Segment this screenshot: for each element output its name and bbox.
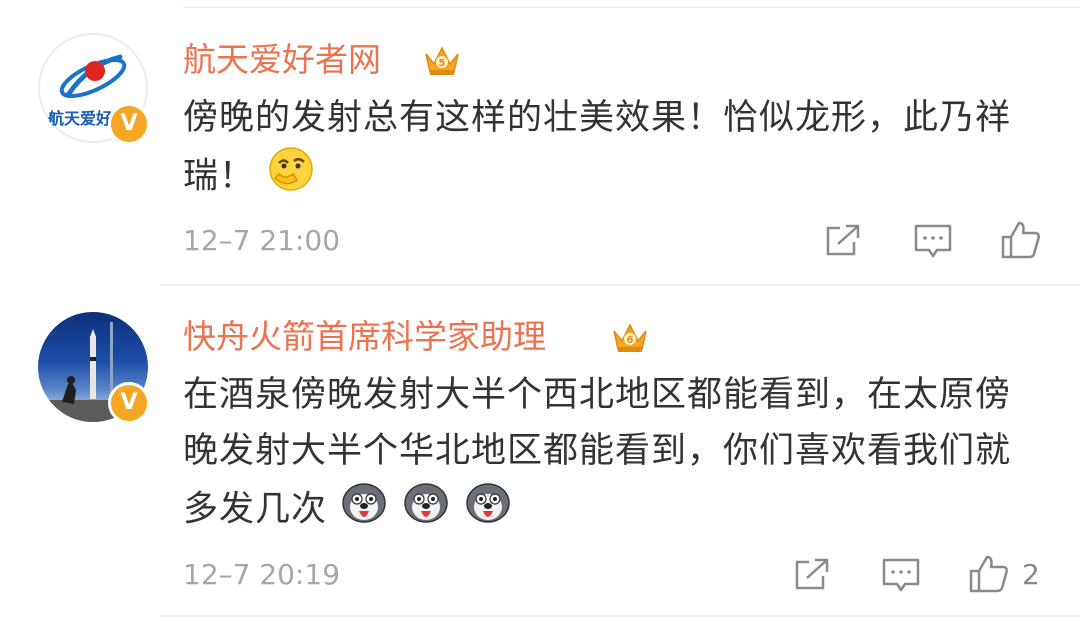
husky-dog-emoji — [339, 479, 389, 542]
repost-icon — [826, 224, 860, 256]
like-button[interactable]: 2 — [968, 554, 1040, 594]
thumbs-up-icon — [969, 555, 1008, 593]
timestamp: 12–7 21:00 — [183, 224, 341, 257]
username[interactable]: 快舟火箭首席科学家助理 — [183, 317, 546, 357]
comment-item: V 快舟火箭首席科学家助理 6 在酒泉傍晚发射大半个西北地区都能看到，在太原傍晚… — [0, 286, 1080, 616]
crown-icon: 6 — [611, 319, 649, 359]
husky-dog-emoji — [463, 479, 513, 542]
comment-icon — [914, 224, 952, 258]
verified-badge-icon: V — [108, 103, 150, 145]
thumbs-up-icon — [1001, 221, 1040, 259]
reply-button[interactable] — [913, 222, 953, 260]
repost-icon — [795, 558, 829, 590]
husky-dog-emoji — [401, 479, 451, 542]
verified-badge-icon: V — [108, 382, 150, 424]
comment-icon — [882, 558, 920, 592]
crown-level: 5 — [439, 58, 446, 69]
reply-button[interactable] — [881, 556, 921, 594]
bottom-divider — [160, 615, 1080, 617]
like-button[interactable] — [1000, 220, 1054, 260]
thinking-face-emoji — [267, 146, 315, 209]
avatar[interactable]: 航天爱好者 V — [38, 33, 150, 145]
crown-icon: 5 — [423, 42, 461, 82]
comment-item: 航天爱好者 V 航天爱好者网 5 傍晚的发射总有这样的壮美效果！恰似龙形，此乃祥… — [0, 0, 1080, 284]
comment-text: 傍晚的发射总有这样的壮美效果！恰似龙形，此乃祥瑞！ — [183, 90, 1033, 209]
avatar[interactable]: V — [38, 312, 150, 424]
repost-button[interactable] — [793, 556, 833, 592]
username[interactable]: 航天爱好者网 — [183, 40, 381, 80]
crown-level: 6 — [627, 335, 634, 346]
comment-text-content: 在酒泉傍晚发射大半个西北地区都能看到，在太原傍晚发射大半个华北地区都能看到，你们… — [183, 375, 1012, 530]
timestamp: 12–7 20:19 — [183, 558, 341, 591]
comment-text: 在酒泉傍晚发射大半个西北地区都能看到，在太原傍晚发射大半个华北地区都能看到，你们… — [183, 367, 1033, 542]
repost-button[interactable] — [824, 222, 864, 258]
like-count: 2 — [1022, 557, 1040, 591]
